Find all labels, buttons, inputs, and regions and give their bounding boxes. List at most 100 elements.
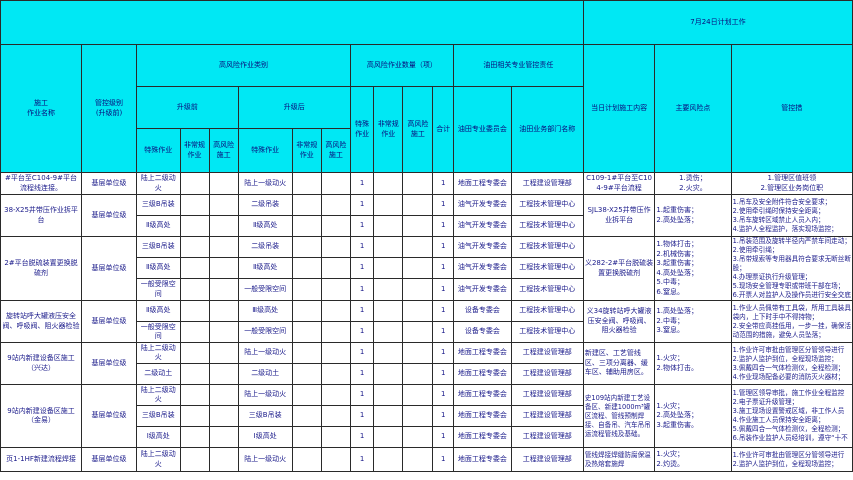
cell-before-special[interactable]: Ⅰ级高处 <box>136 426 181 448</box>
cell-after-nonroutine[interactable] <box>291 257 322 279</box>
cell-after-nonroutine[interactable] <box>291 363 322 385</box>
cell-special-count[interactable]: 1 <box>349 278 375 301</box>
cell-before-special[interactable]: 三级B吊装 <box>136 194 181 216</box>
cell-after-nonroutine[interactable] <box>291 384 322 406</box>
cell-hr-count[interactable] <box>402 236 434 258</box>
cell-after-special[interactable]: Ⅱ级高处 <box>237 215 293 237</box>
cell-after-nonroutine[interactable] <box>291 172 322 195</box>
cell-bizdept[interactable]: 工程建设管理部 <box>510 172 584 195</box>
cell-name[interactable]: 38-X25井带压作业拆平台 <box>0 194 83 237</box>
cell-nonroutine-count[interactable] <box>373 172 404 195</box>
cell-special-count[interactable]: 1 <box>349 426 375 448</box>
cell-level[interactable]: 基层单位级 <box>81 194 138 237</box>
cell-before-hr[interactable] <box>208 363 239 385</box>
cell-special-count[interactable]: 1 <box>349 257 375 279</box>
cell-bizdept[interactable]: 工程技术管理中心 <box>510 236 584 258</box>
cell-after-special[interactable]: Ⅱ级高处 <box>237 257 293 279</box>
cell-after-hr[interactable] <box>320 215 351 237</box>
cell-before-nonroutine[interactable] <box>179 363 210 385</box>
cell-special-count[interactable]: 1 <box>349 215 375 237</box>
cell-hr-count[interactable] <box>402 405 434 427</box>
cell-after-special[interactable]: 二级动土 <box>237 363 293 385</box>
cell-hr-count[interactable] <box>402 447 434 472</box>
cell-hr-count[interactable] <box>402 363 434 385</box>
cell-after-hr[interactable] <box>320 426 351 448</box>
cell-before-hr[interactable] <box>208 384 239 406</box>
cell-nonroutine-count[interactable] <box>373 236 404 258</box>
cell-before-hr[interactable] <box>208 257 239 279</box>
cell-nonroutine-count[interactable] <box>373 194 404 216</box>
cell-dept[interactable]: 油气开发专委会 <box>452 215 512 237</box>
cell-name[interactable]: 页1-1HF新建流程焊接 <box>0 447 83 472</box>
cell-before-nonroutine[interactable] <box>179 215 210 237</box>
cell-before-nonroutine[interactable] <box>179 300 210 322</box>
cell-nonroutine-count[interactable] <box>373 342 404 364</box>
cell-bizdept[interactable]: 工程技术管理中心 <box>510 257 584 279</box>
cell-bizdept[interactable]: 工程建设管理部 <box>510 447 584 472</box>
cell-measure[interactable]: 1.作业许可审批由管理区分管领导进行 2.监护人监护到位，全程现场监控； <box>730 447 853 472</box>
cell-total[interactable]: 1 <box>432 172 454 195</box>
cell-before-special[interactable]: 陆上二级动火 <box>136 342 181 364</box>
cell-total[interactable]: 1 <box>432 300 454 322</box>
cell-after-special[interactable]: 陆上一级动火 <box>237 172 293 195</box>
cell-after-nonroutine[interactable] <box>291 236 322 258</box>
cell-after-hr[interactable] <box>320 363 351 385</box>
cell-dept[interactable]: 设备专委会 <box>452 300 512 322</box>
cell-risk[interactable]: 1.起重伤害； 2.高处坠落； <box>654 194 732 237</box>
cell-after-hr[interactable] <box>320 321 351 343</box>
cell-total[interactable]: 1 <box>432 215 454 237</box>
cell-hr-count[interactable] <box>402 300 434 322</box>
cell-nonroutine-count[interactable] <box>373 363 404 385</box>
cell-total[interactable]: 1 <box>432 342 454 364</box>
cell-after-special[interactable]: 二级吊装 <box>237 194 293 216</box>
cell-after-hr[interactable] <box>320 384 351 406</box>
cell-after-hr[interactable] <box>320 194 351 216</box>
cell-dept[interactable]: 油气开发专委会 <box>452 278 512 301</box>
cell-before-special[interactable]: 一般受限空间 <box>136 278 181 301</box>
cell-total[interactable]: 1 <box>432 363 454 385</box>
cell-after-special[interactable]: 陆上一级动火 <box>237 384 293 406</box>
cell-after-nonroutine[interactable] <box>291 426 322 448</box>
cell-after-nonroutine[interactable] <box>291 321 322 343</box>
cell-measure[interactable]: 1.管理区领导审批，施工作业全程监控 2.电子票证升级管理； 3.施工现场设置警… <box>730 384 853 448</box>
cell-before-hr[interactable] <box>208 426 239 448</box>
cell-after-hr[interactable] <box>320 300 351 322</box>
cell-before-special[interactable]: 二级动土 <box>136 363 181 385</box>
cell-content[interactable]: 管线焊接焊缝防腐保温及热熔套施焊 <box>582 447 656 472</box>
cell-after-nonroutine[interactable] <box>291 300 322 322</box>
cell-bizdept[interactable]: 工程技术管理中心 <box>510 215 584 237</box>
cell-after-nonroutine[interactable] <box>291 405 322 427</box>
cell-special-count[interactable]: 1 <box>349 194 375 216</box>
cell-risk[interactable]: 1.烫伤； 2.火灾。 <box>654 172 732 195</box>
cell-total[interactable]: 1 <box>432 194 454 216</box>
cell-hr-count[interactable] <box>402 172 434 195</box>
cell-level[interactable]: 基层单位级 <box>81 172 138 195</box>
cell-bizdept[interactable]: 工程建设管理部 <box>510 342 584 364</box>
cell-measure[interactable]: 1.吊车及安全附件符合安全要求； 2.使用牵引绳时保持安全距离； 3.吊车旋转区… <box>730 194 853 237</box>
cell-after-hr[interactable] <box>320 342 351 364</box>
cell-bizdept[interactable]: 工程技术管理中心 <box>510 194 584 216</box>
cell-before-nonroutine[interactable] <box>179 278 210 301</box>
cell-hr-count[interactable] <box>402 384 434 406</box>
cell-before-nonroutine[interactable] <box>179 257 210 279</box>
cell-before-special[interactable]: Ⅱ级高处 <box>136 215 181 237</box>
cell-level[interactable]: 基层单位级 <box>81 447 138 472</box>
cell-before-special[interactable]: Ⅱ级高处 <box>136 300 181 322</box>
cell-hr-count[interactable] <box>402 342 434 364</box>
cell-nonroutine-count[interactable] <box>373 215 404 237</box>
cell-content[interactable]: 义282-2#平台脱硫装置更换脱硫剂 <box>582 236 656 301</box>
cell-content[interactable]: 新建区、工艺管线区、三项分离器、缓车区、辅助用房区。 <box>582 342 656 385</box>
cell-after-special[interactable]: Ⅰ级高处 <box>237 426 293 448</box>
cell-before-nonroutine[interactable] <box>179 342 210 364</box>
cell-after-special[interactable]: 陆上一级动火 <box>237 447 293 472</box>
cell-before-special[interactable]: 三级B吊装 <box>136 405 181 427</box>
cell-content[interactable]: SJL38-X25井带压作业拆平台 <box>582 194 656 237</box>
cell-before-special[interactable]: Ⅱ级高处 <box>136 257 181 279</box>
cell-bizdept[interactable]: 工程建设管理部 <box>510 426 584 448</box>
cell-special-count[interactable]: 1 <box>349 236 375 258</box>
cell-bizdept[interactable]: 工程建设管理部 <box>510 384 584 406</box>
cell-special-count[interactable]: 1 <box>349 363 375 385</box>
cell-risk[interactable]: 1.火灾； 2.灼烫。 <box>654 447 732 472</box>
cell-bizdept[interactable]: 工程技术管理中心 <box>510 278 584 301</box>
cell-dept[interactable]: 地面工程专委会 <box>452 342 512 364</box>
